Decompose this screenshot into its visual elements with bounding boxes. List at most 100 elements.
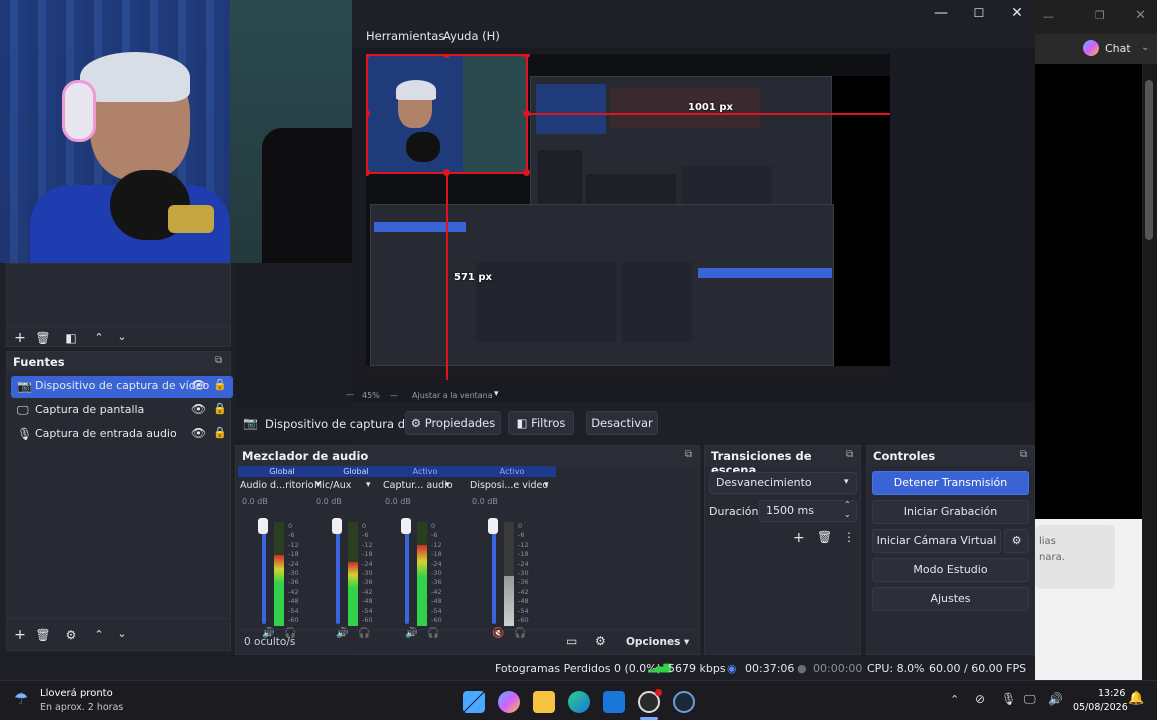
audio-mixer-panel: Mezclador de audio ⧉ Global Audio d...ri… [235,445,700,655]
zoom-out-icon[interactable]: — [346,390,354,399]
lock-icon[interactable]: 🔒 [213,378,227,391]
lock-icon[interactable]: 🔒 [213,426,227,439]
close-icon[interactable]: ✕ [1135,8,1146,23]
edge-browser-icon[interactable] [568,691,590,713]
chevron-down-icon[interactable]: ⌄ [1141,42,1149,53]
monitor-icon[interactable]: 🖵 [1024,692,1036,707]
layout-icon[interactable]: ▭ [566,634,577,648]
fit-to-window[interactable]: Ajustar a la ventana [412,391,493,400]
db-scale-tick: -6 [362,531,369,540]
start-virtual-camera-button[interactable]: Iniciar Cámara Virtual [872,529,1001,553]
visibility-eye-icon[interactable]: 👁 [191,378,206,392]
undock-icon[interactable]: ⧉ [685,449,692,460]
maximize-button[interactable]: ☐ [962,4,996,22]
move-up-icon[interactable]: ⌃ [90,626,108,644]
spin-up-icon[interactable]: ⌃ [844,500,851,509]
partial-text: lias [1039,536,1056,547]
microphone-icon[interactable]: 🎙 [1001,692,1016,706]
db-scale-tick: -30 [362,569,373,578]
minimize-button[interactable]: — [924,4,958,22]
file-explorer-icon[interactable] [533,691,555,713]
gear-icon[interactable]: ⚙ [62,626,80,644]
chat-label[interactable]: Chat [1105,42,1131,55]
move-down-icon[interactable]: ⌄ [113,625,131,643]
source-item-screen-capture[interactable]: 🖵 Captura de pantalla 👁 🔒 [11,400,233,422]
start-recording-button[interactable]: Iniciar Grabación [872,500,1029,524]
move-up-icon[interactable]: ⌃ [90,329,108,347]
clock-time[interactable]: 13:26 [1098,688,1125,699]
db-scale-tick: -54 [518,606,529,615]
lock-icon[interactable]: 🔒 [213,402,227,415]
channel-menu-icon[interactable]: ▾ [544,480,549,490]
transitions-panel: Transiciones de escena ⧉ Desvanecimiento… [704,445,861,655]
minimize-icon[interactable]: — [1043,10,1054,23]
visibility-eye-icon[interactable]: 👁 [191,426,206,440]
menu-help[interactable]: Ayuda (H) [443,29,500,43]
studio-mode-button[interactable]: Modo Estudio [872,558,1029,582]
trash-icon[interactable]: 🗑 [817,530,832,544]
copilot-icon[interactable] [498,691,520,713]
outlook-icon[interactable] [603,691,625,713]
volume-fader[interactable] [332,518,342,534]
duration-input[interactable]: 1500 ms ⌃ ⌄ [759,500,857,522]
source-item-audio-input[interactable]: 🎙 Captura de entrada audio 👁 🔒 [11,424,233,446]
restore-icon[interactable]: ❐ [1095,9,1105,22]
scrollbar-thumb[interactable] [1145,80,1153,240]
close-button[interactable]: ✕ [1000,4,1034,22]
db-scale-tick: -24 [288,559,299,568]
settings-button[interactable]: Ajustes [872,587,1029,611]
network-off-icon[interactable]: ⊘ [975,692,985,706]
move-down-icon[interactable]: ⌄ [113,328,131,346]
preview-canvas[interactable]: 1001 px 571 px [366,54,890,380]
steam-icon[interactable] [673,691,695,713]
add-source-icon[interactable]: + [11,626,29,644]
filter-icon[interactable]: ◧ [62,329,80,347]
db-scale-tick: -42 [362,587,373,596]
gear-icon[interactable]: ⚙ [595,634,606,648]
stop-stream-button[interactable]: Detener Transmisión [872,471,1029,495]
zoom-level[interactable]: 45% [362,391,380,400]
weather-title[interactable]: Lloverá pronto [40,688,113,699]
clock-date[interactable]: 05/08/2026 [1073,702,1128,713]
undock-icon[interactable]: ⧉ [846,449,853,460]
volume-fader[interactable] [488,518,498,534]
properties-button[interactable]: ⚙ Propiedades [405,411,501,435]
windows-start-icon[interactable] [463,691,485,713]
source-item-video-capture[interactable]: 📷 Dispositivo de captura de vídeo 👁 🔒 [11,376,233,398]
menu-tools[interactable]: Herramientas [366,29,444,43]
trash-icon[interactable]: 🗑 [34,329,52,347]
deactivate-button[interactable]: Desactivar [586,411,658,435]
more-options-icon[interactable]: ⋮ [843,530,855,544]
channel-name[interactable]: Disposi...e video [470,480,554,491]
channel-menu-icon[interactable]: ▾ [445,480,450,490]
filters-button[interactable]: ◧ Filtros [508,411,574,435]
db-scale-tick: -60 [431,616,442,625]
notification-bell-icon[interactable]: 🔔 [1128,691,1144,706]
copilot-icon[interactable] [1083,40,1099,56]
undock-icon[interactable]: ⧉ [215,355,222,366]
volume-fader[interactable] [401,518,411,534]
db-scale: 0 -6 -12 -18 -24 -30 -36 -42 -48 -54 -60 [518,522,538,625]
mixer-options[interactable]: Opciones ▾ [626,636,689,648]
chevron-up-icon[interactable]: ⌃ [950,693,959,706]
channel-menu-icon[interactable]: ▾ [366,480,371,490]
trash-icon[interactable]: 🗑 [34,626,52,644]
add-transition-icon[interactable]: + [793,530,805,546]
height-guide-label: 571 px [454,272,492,283]
speaker-icon[interactable]: 🔊 [1048,692,1063,706]
add-icon[interactable]: + [11,329,29,347]
db-scale-tick: -36 [288,578,299,587]
db-scale-tick: -18 [362,550,373,559]
visibility-eye-icon[interactable]: 👁 [191,402,206,416]
weather-rain-icon[interactable]: ☂ [14,689,28,708]
transition-select[interactable]: Desvanecimiento ▾ [709,472,857,494]
controls-panel: Controles ⧉ Detener Transmisión Iniciar … [866,445,1035,655]
spin-down-icon[interactable]: ⌄ [844,510,851,519]
undock-icon[interactable]: ⧉ [1020,449,1027,460]
zoom-in-icon[interactable]: — [390,391,398,400]
channel-name[interactable]: Captur... audio [383,480,467,491]
virtual-camera-settings-gear-icon[interactable]: ⚙ [1004,529,1029,553]
channel-db: 0.0 dB [316,497,342,506]
volume-fader[interactable] [258,518,268,534]
fit-dropdown-icon[interactable]: ▾ [494,389,499,399]
